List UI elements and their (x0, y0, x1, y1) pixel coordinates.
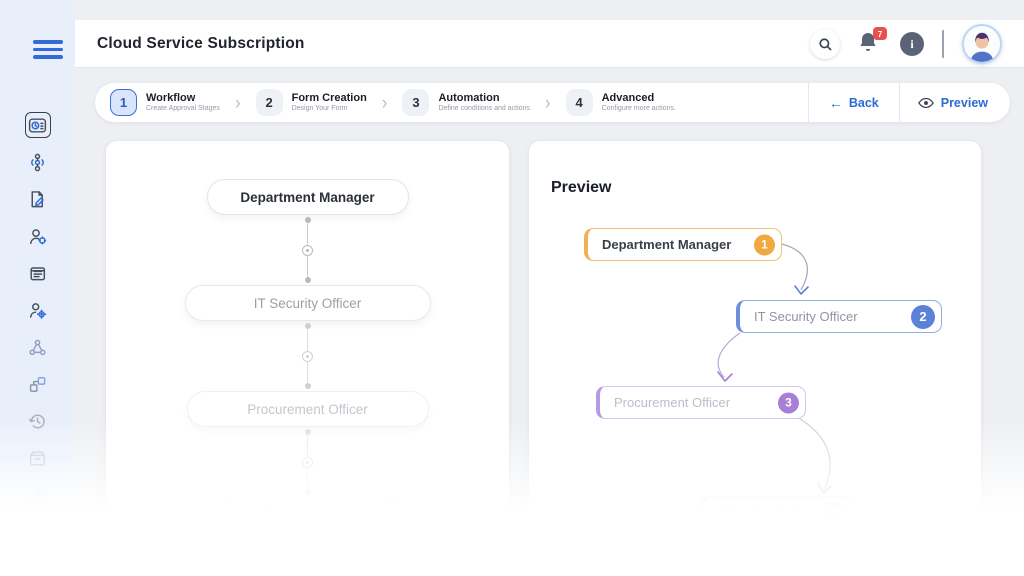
step-label: Advanced (601, 91, 655, 104)
step-label: Form Creation (291, 91, 367, 104)
stage-procurement-officer[interactable]: Procurement Officer (186, 391, 429, 427)
search-button[interactable] (810, 29, 840, 59)
chevron-right-icon: › (234, 91, 241, 113)
upload-icon[interactable] (25, 482, 51, 508)
approvals-clock-icon[interactable] (24, 112, 51, 138)
connector-line (307, 435, 308, 457)
step-subtitle: Design Your Form (291, 105, 348, 113)
header-actions: 7 i (810, 20, 1002, 68)
chevron-right-icon: › (544, 91, 551, 113)
stage-connector (302, 429, 314, 495)
stage-order-badge: 2 (911, 304, 935, 329)
step-automation[interactable]: 3 Automation Define conditions and actio… (402, 89, 530, 116)
stage-order-badge: 1 (754, 234, 775, 255)
avatar[interactable] (962, 24, 1002, 64)
preview-label: Preview (940, 95, 988, 110)
chevron-right-icon: › (381, 91, 388, 113)
form-edit-icon[interactable] (25, 186, 51, 212)
add-stage-node[interactable] (302, 350, 313, 362)
step-number: 3 (402, 89, 430, 116)
eye-icon (917, 97, 934, 109)
step-number: 1 (110, 89, 137, 116)
step-form-creation[interactable]: 2 Form Creation Design Your Form (255, 89, 367, 116)
connector-line (307, 361, 308, 383)
app-frame: Cloud Service Subscription 7 i 1 Workflo… (0, 0, 1024, 517)
preview-button[interactable]: Preview (900, 83, 1010, 122)
integrations-icon[interactable] (25, 371, 51, 397)
preview-panel-title: Preview (551, 179, 612, 196)
page-title: Cloud Service Subscription (97, 34, 305, 52)
step-workflow[interactable]: 1 Workflow Create Approval Stages (110, 89, 220, 116)
preview-card-label: Final Approval (719, 505, 802, 517)
step-label: Automation (438, 91, 500, 104)
connector-dot (304, 489, 311, 495)
header: Cloud Service Subscription 7 i (75, 20, 1024, 68)
stage-connector (302, 323, 314, 389)
connector-dot (304, 277, 311, 283)
preview-card-label: Department Manager (602, 237, 732, 252)
preview-card-label: IT Security Officer (754, 309, 858, 324)
workflow-stages-panel: Department Manager IT Security Officer P… (105, 140, 510, 517)
step-subtitle: Configure more actions. (601, 105, 676, 113)
step-number: 4 (565, 89, 593, 116)
archive-icon[interactable] (25, 445, 51, 471)
stage-it-security-officer[interactable]: IT Security Officer (184, 285, 431, 321)
stage-connector (302, 217, 314, 283)
sidebar-nav (0, 112, 75, 517)
stage-final-approval[interactable]: Final Approval (212, 497, 403, 517)
back-label: Back (848, 95, 879, 110)
history-icon[interactable] (25, 408, 51, 434)
preview-panel: Preview Department Manager 1 IT Security… (528, 140, 982, 517)
connector-line (307, 329, 308, 351)
search-icon (818, 37, 831, 50)
connector-line (307, 467, 308, 489)
notification-badge: 7 (873, 27, 887, 40)
sidebar (0, 0, 75, 517)
menu-icon[interactable] (33, 40, 63, 59)
preview-card-procurement-officer: Procurement Officer 3 (596, 386, 806, 419)
stage-order-badge: 4 (823, 502, 844, 517)
preview-card-department-manager: Department Manager 1 (584, 228, 782, 261)
info-button[interactable]: i (900, 32, 924, 56)
connector-line (307, 255, 308, 277)
connector-dot (304, 383, 311, 389)
step-label: Workflow (146, 91, 196, 104)
step-subtitle: Create Approval Stages (146, 105, 220, 113)
footer-whitespace (0, 517, 1024, 576)
back-arrow-icon: ← (828, 94, 843, 111)
stage-department-manager[interactable]: Department Manager (206, 179, 409, 215)
step-subtitle: Define conditions and actions (438, 105, 530, 113)
user-approval-icon[interactable] (25, 223, 51, 249)
header-divider (942, 30, 944, 58)
stage-order-badge: 3 (778, 392, 799, 413)
stepper: 1 Workflow Create Approval Stages › 2 Fo… (95, 83, 1010, 122)
user-settings-icon[interactable] (25, 297, 51, 323)
screen: Cloud Service Subscription 7 i 1 Workflo… (0, 0, 1024, 576)
preview-card-it-security-officer: IT Security Officer 2 (736, 300, 942, 333)
approval-stages-icon[interactable] (25, 149, 51, 175)
notifications-button[interactable]: 7 (858, 27, 887, 57)
preview-card-label: Procurement Officer (614, 395, 731, 410)
add-stage-node[interactable] (302, 244, 313, 256)
preview-card-final-approval: Final Approval 4 (701, 496, 851, 517)
step-number: 2 (255, 89, 283, 116)
add-stage-node[interactable] (302, 456, 313, 468)
back-button[interactable]: ← Back (809, 83, 899, 122)
step-advanced[interactable]: 4 Advanced Configure more actions. (565, 89, 676, 116)
connector-line (307, 223, 308, 245)
network-icon[interactable] (25, 334, 51, 360)
records-icon[interactable] (25, 260, 51, 286)
